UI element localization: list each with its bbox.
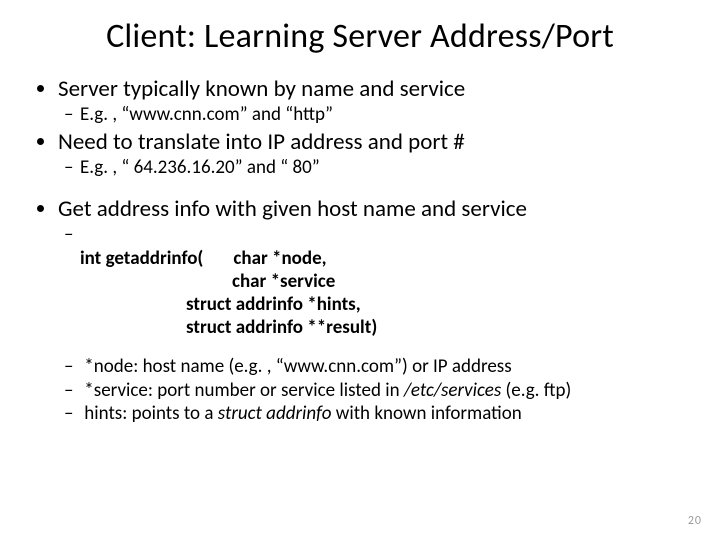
param-hints-c: with known information bbox=[331, 402, 521, 425]
bullet-1: Server typically known by name and servi… bbox=[58, 75, 690, 126]
param-list: *node: host name (e.g. , “www.cnn.com”) … bbox=[58, 355, 690, 425]
param-hints-b: struct addrinfo bbox=[218, 402, 332, 425]
param-node-a: *node: host name (e.g. , bbox=[84, 355, 275, 378]
code-line-4: struct addrinfo **result) bbox=[80, 316, 690, 339]
code-line-3: struct addrinfo *hints, bbox=[80, 293, 690, 316]
bullet-2-sub-1: E.g. , “ 64.236.16.20” and “ 80” bbox=[80, 156, 690, 179]
code-line-2: char *service bbox=[80, 270, 690, 293]
code-signature: int getaddrinfo( char *node,char *servic… bbox=[80, 223, 690, 339]
bullet-3: Get address info with given host name an… bbox=[58, 195, 690, 424]
slide-title: Client: Learning Server Address/Port bbox=[30, 16, 690, 57]
param-service-b: /etc/services bbox=[404, 379, 501, 402]
bullet-2: Need to translate into IP address and po… bbox=[58, 128, 690, 179]
spacer bbox=[58, 181, 690, 195]
bullet-2-sub: E.g. , “ 64.236.16.20” and “ 80” bbox=[58, 156, 690, 179]
code-block: int getaddrinfo( char *node,char *servic… bbox=[80, 247, 690, 340]
param-service: *service: port number or service listed … bbox=[80, 379, 690, 402]
param-node: *node: host name (e.g. , “www.cnn.com”) … bbox=[80, 355, 690, 378]
bullet-1-text: Server typically known by name and servi… bbox=[58, 75, 465, 103]
bullet-3-sub: int getaddrinfo( char *node,char *servic… bbox=[58, 223, 690, 339]
param-service-c: (e.g. ftp) bbox=[501, 379, 571, 402]
param-hints: hints: points to a struct addrinfo with … bbox=[80, 402, 690, 425]
spacer-2 bbox=[58, 341, 690, 355]
param-node-c: ) or IP address bbox=[402, 355, 512, 378]
bullet-1-sub-1: E.g. , “www.cnn.com” and “http” bbox=[80, 103, 690, 126]
param-service-a: *service: port number or service listed … bbox=[84, 379, 404, 402]
bullet-3-text: Get address info with given host name an… bbox=[58, 195, 527, 223]
code-line-1: int getaddrinfo( char *node, bbox=[80, 247, 690, 270]
param-node-b: “www.cnn.com” bbox=[276, 355, 402, 378]
bullet-2-text: Need to translate into IP address and po… bbox=[58, 128, 465, 156]
slide: Client: Learning Server Address/Port Ser… bbox=[0, 0, 720, 540]
param-hints-a: hints: points to a bbox=[84, 402, 217, 425]
page-number: 20 bbox=[688, 514, 702, 528]
bullet-list: Server typically known by name and servi… bbox=[30, 75, 690, 425]
bullet-1-sub: E.g. , “www.cnn.com” and “http” bbox=[58, 103, 690, 126]
